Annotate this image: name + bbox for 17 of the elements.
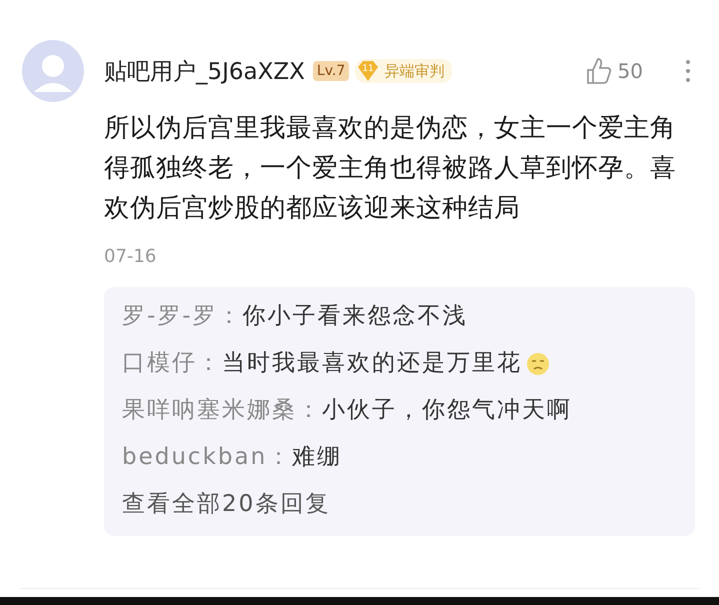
level-badge: Lv.7 xyxy=(312,61,350,81)
reply-text: 难绷 xyxy=(292,443,342,472)
more-icon[interactable] xyxy=(685,59,691,83)
comment-date: 07-16 xyxy=(104,246,156,267)
username[interactable]: 贴吧用户_5J6aXZX xyxy=(104,56,305,86)
medal-badge: 11 异端审判 xyxy=(355,59,452,83)
like-count: 50 xyxy=(618,59,643,83)
reply-author[interactable]: 口模仔： xyxy=(122,346,222,381)
thumbs-up-icon[interactable] xyxy=(586,57,612,85)
reply-text: 你小子看来怨念不浅 xyxy=(242,302,468,331)
reply-text: 小伙子，你怨气冲天啊 xyxy=(322,396,572,425)
comment-text: 所以伪后宫里我最喜欢的是伪恋，女主一个爱主角得孤独终老，一个爱主角也得被路人草到怀孕。喜欢伪后宫炒股的都应该迎来这种结局 xyxy=(104,112,677,225)
reply-author[interactable]: 果咩呐塞米娜桑： xyxy=(122,393,322,428)
reply-author[interactable]: 罗-罗-罗： xyxy=(122,299,243,334)
reply-text: 当时我最喜欢的还是万里花 xyxy=(222,349,522,378)
reply-author[interactable]: beduckban： xyxy=(122,440,292,475)
view-all-replies-link[interactable]: 查看全部20条回复 xyxy=(122,487,330,522)
